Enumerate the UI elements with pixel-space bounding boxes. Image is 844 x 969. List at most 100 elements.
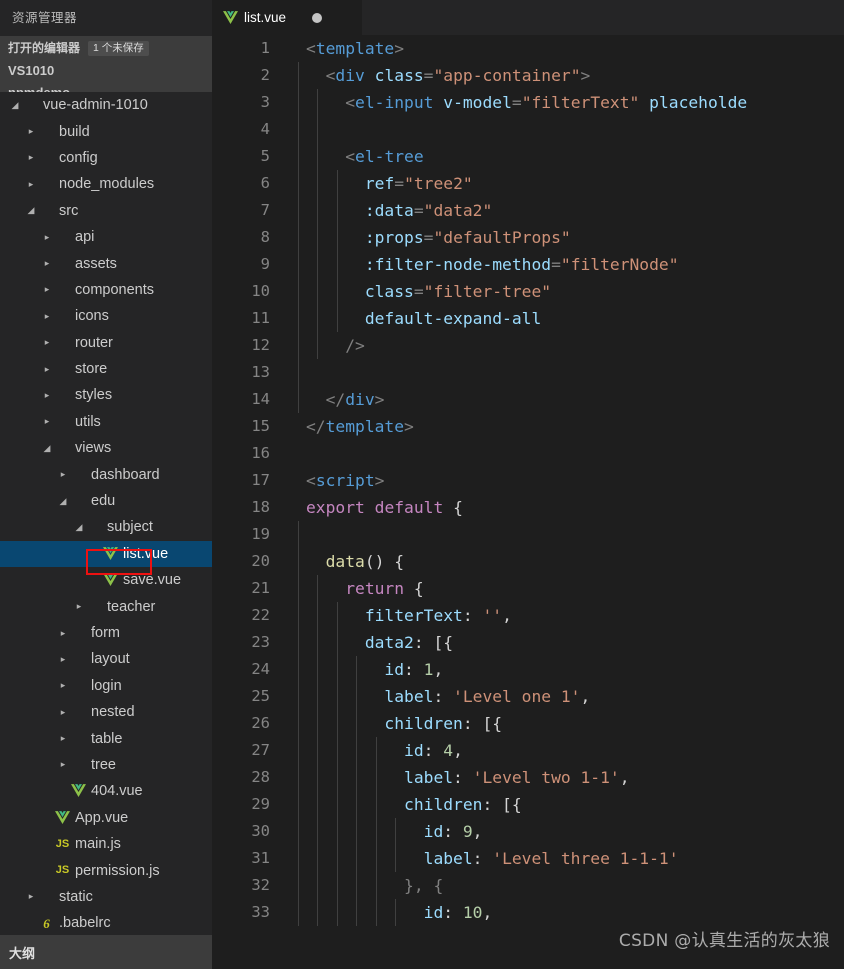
code-line[interactable]: 22 filterText: '',: [212, 602, 844, 629]
code-line[interactable]: 25 label: 'Level one 1',: [212, 683, 844, 710]
code-line[interactable]: 2 <div class="app-container">: [212, 62, 844, 89]
code-line[interactable]: 28 label: 'Level two 1-1',: [212, 764, 844, 791]
chevron-right-icon[interactable]: ▸: [24, 153, 38, 162]
code-line[interactable]: 9 :filter-node-method="filterNode": [212, 251, 844, 278]
chevron-right-icon[interactable]: ▸: [56, 734, 70, 743]
chevron-right-icon[interactable]: ▸: [40, 311, 54, 321]
tree-item-layout[interactable]: ▸ layout: [0, 646, 212, 672]
chevron-right-icon[interactable]: ▸: [40, 259, 54, 268]
code-line-content: [278, 359, 844, 386]
chevron-right-icon[interactable]: ▸: [56, 654, 70, 664]
code-line[interactable]: 19: [212, 521, 844, 548]
code-line[interactable]: 1 <template>: [212, 35, 844, 62]
code-line[interactable]: 33 id: 10,: [212, 899, 844, 926]
chevron-right-icon[interactable]: ▸: [24, 892, 38, 901]
code-line[interactable]: 14 </div>: [212, 386, 844, 413]
tree-item-views[interactable]: ◢ views: [0, 435, 212, 461]
code-line[interactable]: 18 export default {: [212, 494, 844, 521]
code-line[interactable]: 27 id: 4,: [212, 737, 844, 764]
tree-item-node-modules[interactable]: ▸ node_modules: [0, 171, 212, 197]
tree-item-dashboard[interactable]: ▸ dashboard: [0, 461, 212, 487]
tree-item-vue-admin-1010[interactable]: ◢ vue-admin-1010: [0, 92, 212, 118]
tree-item-subject[interactable]: ◢ subject: [0, 514, 212, 540]
tree-item-permission-js[interactable]: JS permission.js: [0, 857, 212, 883]
unsaved-dot-icon[interactable]: [312, 12, 323, 23]
tree-item-app-vue[interactable]: App.vue: [0, 805, 212, 831]
tree-item-assets[interactable]: ▸ assets: [0, 250, 212, 276]
tree-item-api[interactable]: ▸ api: [0, 224, 212, 250]
code-line[interactable]: 31 label: 'Level three 1-1-1': [212, 845, 844, 872]
tree-item-router[interactable]: ▸ router: [0, 330, 212, 356]
code-token: 9: [462, 822, 473, 841]
tree-item-save-vue[interactable]: save.vue: [0, 567, 212, 593]
code-line[interactable]: 6 ref="tree2": [212, 170, 844, 197]
chevron-right-icon[interactable]: ▸: [40, 232, 54, 242]
tree-item-build[interactable]: ▸ build: [0, 118, 212, 144]
code-line[interactable]: 7 :data="data2": [212, 197, 844, 224]
code-line[interactable]: 10 class="filter-tree": [212, 278, 844, 305]
chevron-right-icon[interactable]: ▸: [40, 390, 54, 400]
code-line[interactable]: 15 </template>: [212, 413, 844, 440]
chevron-down-icon[interactable]: ◢: [72, 522, 86, 532]
chevron-right-icon[interactable]: ▸: [40, 364, 54, 374]
outline-section-header[interactable]: 大纲: [0, 935, 212, 969]
tree-item-login[interactable]: ▸ login: [0, 673, 212, 699]
tree-item-tree[interactable]: ▸ tree: [0, 752, 212, 778]
code-line[interactable]: 13: [212, 359, 844, 386]
code-line[interactable]: 26 children: [{: [212, 710, 844, 737]
tab-list-vue[interactable]: list.vue: [212, 0, 362, 35]
chevron-right-icon[interactable]: ▸: [56, 707, 70, 717]
code-line[interactable]: 32 }, {: [212, 872, 844, 899]
chevron-right-icon[interactable]: ▸: [56, 628, 70, 638]
code-token: id: [404, 741, 424, 760]
tree-item-edu[interactable]: ◢ edu: [0, 488, 212, 514]
code-line[interactable]: 17 <script>: [212, 467, 844, 494]
chevron-right-icon[interactable]: ▸: [56, 681, 70, 690]
chevron-right-icon[interactable]: ▸: [24, 127, 38, 136]
tree-item-components[interactable]: ▸ components: [0, 277, 212, 303]
tree-item-404-vue[interactable]: 404.vue: [0, 778, 212, 804]
code-line[interactable]: 21 return {: [212, 575, 844, 602]
chevron-right-icon[interactable]: ▸: [56, 470, 70, 479]
tree-item-nested[interactable]: ▸ nested: [0, 699, 212, 725]
code-line[interactable]: 24 id: 1,: [212, 656, 844, 683]
code-line[interactable]: 4: [212, 116, 844, 143]
code-line[interactable]: 12 />: [212, 332, 844, 359]
chevron-down-icon[interactable]: ◢: [40, 443, 54, 453]
tree-item-static[interactable]: ▸ static: [0, 884, 212, 910]
code-line[interactable]: 8 :props="defaultProps": [212, 224, 844, 251]
tree-item-table[interactable]: ▸ table: [0, 725, 212, 751]
tree-item-utils[interactable]: ▸ utils: [0, 409, 212, 435]
chevron-right-icon[interactable]: ▸: [56, 760, 70, 769]
code-editor[interactable]: 1 <template> 2 <div class="app-container">…: [212, 35, 844, 969]
tree-item-config[interactable]: ▸ config: [0, 145, 212, 171]
chevron-down-icon[interactable]: ◢: [56, 496, 70, 506]
chevron-right-icon[interactable]: ▸: [40, 338, 54, 347]
code-line[interactable]: 16: [212, 440, 844, 467]
workspace-name-row[interactable]: VS1010: [0, 60, 212, 82]
tree-item-store[interactable]: ▸ store: [0, 356, 212, 382]
tree-item-form[interactable]: ▸ form: [0, 620, 212, 646]
code-line[interactable]: 20 data() {: [212, 548, 844, 575]
code-line[interactable]: 30 id: 9,: [212, 818, 844, 845]
chevron-right-icon[interactable]: ▸: [40, 417, 54, 426]
tree-item-src[interactable]: ◢ src: [0, 198, 212, 224]
code-line[interactable]: 3 <el-input v-model="filterText" placeho…: [212, 89, 844, 116]
open-editors-section-header[interactable]: 打开的编辑器 1 个未保存: [0, 36, 212, 60]
chevron-right-icon[interactable]: ▸: [24, 179, 38, 189]
chevron-right-icon[interactable]: ▸: [40, 285, 54, 294]
chevron-right-icon[interactable]: ▸: [72, 602, 86, 611]
chevron-down-icon[interactable]: ◢: [8, 100, 22, 110]
code-line[interactable]: 11 default-expand-all: [212, 305, 844, 332]
code-line[interactable]: 5 <el-tree: [212, 143, 844, 170]
tree-item-list-vue[interactable]: list.vue: [0, 540, 212, 568]
tree-item-teacher[interactable]: ▸ teacher: [0, 593, 212, 619]
tree-item--babelrc[interactable]: 6 .babelrc: [0, 910, 212, 936]
clipped-folder-row[interactable]: npmdemo: [0, 82, 212, 92]
tree-item-icons[interactable]: ▸ icons: [0, 303, 212, 329]
tree-item-main-js[interactable]: JS main.js: [0, 831, 212, 857]
code-line[interactable]: 29 children: [{: [212, 791, 844, 818]
tree-item-styles[interactable]: ▸ styles: [0, 382, 212, 408]
code-line[interactable]: 23 data2: [{: [212, 629, 844, 656]
chevron-down-icon[interactable]: ◢: [24, 206, 38, 215]
